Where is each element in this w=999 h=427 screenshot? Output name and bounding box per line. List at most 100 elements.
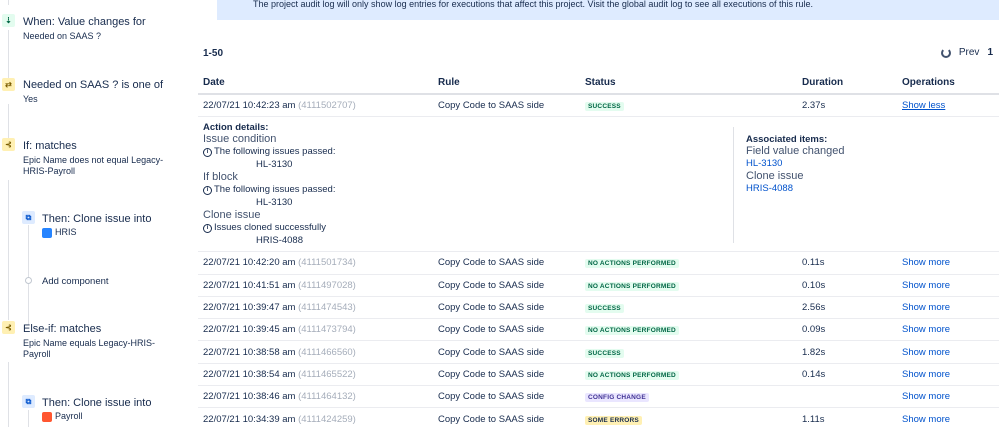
table-row: 22/07/21 10:34:39 am (4111424259) Copy Co… [198,408,999,427]
row-rule: Copy Code to SAAS side [438,391,545,403]
details-divider [733,127,734,244]
show-more-link[interactable]: Show more [902,324,950,335]
condition-title: Needed on SAAS ? is one of [23,79,164,91]
info-icon: i [203,185,212,195]
exec-id: (4111497028) [298,279,356,291]
status-badge: SUCCESS [585,348,624,358]
show-more-link[interactable]: Show more [902,369,950,380]
row-operations: Show less [902,100,999,111]
row-duration: 0.09s [802,324,826,336]
table-header: Date Rule Status Duration Operations [198,72,999,95]
row-date: 22/07/21 10:41:51 am (4111497028) [198,280,438,291]
show-less-link[interactable]: Show less [902,100,945,111]
row-rule: Copy Code to SAAS side [438,257,545,269]
exec-date: 22/07/21 10:38:46 am [203,391,296,403]
associated-items: Associated items: Field value changed HL-… [746,134,844,195]
exec-id: (4111502707) [298,100,356,112]
row-operations: Show more [902,324,999,335]
rule-connector [8,0,9,5]
row-rule: Copy Code to SAAS side [438,324,545,336]
trigger-icon: ⇣ [2,14,15,27]
row-operations: Show more [902,302,999,313]
column-rule: Rule [438,77,460,88]
exec-id: (4111474543) [298,302,356,314]
associated-item: Clone issue HRIS-4088 [746,170,844,195]
row-duration: 0.11s [802,257,825,269]
step-message: i The following issues passed: [203,146,703,158]
row-date: 22/07/21 10:39:45 am (4111473794) [198,324,438,335]
step-message: i Issues cloned successfully [203,222,703,234]
step-issue-key: HL-3130 [256,159,293,171]
row-status: NO ACTIONS PERFORMED [585,257,802,269]
show-more-link[interactable]: Show more [902,414,950,425]
action-step: Issue condition i The following issues pas… [203,133,703,171]
action-step: If block i The following issues passed: HL-… [203,171,703,209]
row-duration: 1.82s [802,346,826,358]
exec-date: 22/07/21 10:38:54 am [203,368,296,380]
row-operations: Show more [902,369,999,380]
action-steps: Issue condition i The following issues pas… [203,133,703,247]
project-icon [42,227,52,238]
result-range: 1-50 [203,48,224,59]
refresh-icon[interactable] [940,47,951,58]
row-rule: Copy Code to SAAS side [438,346,545,358]
page-number[interactable]: 1 [987,47,993,58]
else-branch-condition: Epic Name equals Legacy-HRIS-Payroll [23,338,156,359]
row-rule: Copy Code to SAAS side [438,302,545,314]
exec-id: (4111424259) [298,413,356,425]
exec-date: 22/07/21 10:39:45 am [203,324,296,336]
table-row: 22/07/21 10:38:54 am (4111465522) Copy Co… [198,364,999,387]
table-row: 22/07/21 10:38:46 am (4111464132) Copy Co… [198,386,999,409]
column-duration: Duration [802,77,844,88]
pager: Prev 1 [940,47,993,58]
associated-issue-link[interactable]: HL-3130 [746,158,844,170]
if-branch-condition: Epic Name does not equal Legacy-HRIS-Pay… [23,155,164,176]
exec-date: 22/07/21 10:42:23 am [203,100,296,112]
row-duration: 0.10s [802,279,826,291]
table-body: 22/07/21 10:42:20 am (4111501734) Copy Co… [198,252,999,427]
add-component-dot[interactable] [25,277,32,284]
rule-connector [8,362,9,427]
status-badge: NO ACTIONS PERFORMED [585,281,679,291]
exec-date: 22/07/21 10:34:39 am [203,413,296,425]
row-rule: Copy Code to SAAS side [438,279,545,291]
step-title: If block [203,171,238,184]
associated-item: Field value changed HL-3130 [746,145,844,170]
condition-value: Yes [23,94,38,104]
audit-log-table: Date Rule Status Duration Operations 22/… [198,72,999,427]
row-duration: 2.56s [802,302,826,314]
info-banner: The project audit log will only show log… [217,0,999,20]
prev-button[interactable]: Prev [959,47,980,58]
row-rule: Copy Code to SAAS side [438,100,545,112]
step-title: Clone issue [203,209,261,222]
row-duration: 0.14s [802,368,826,380]
status-badge: CONFIG CHANGE [585,393,649,403]
rule-connector [8,104,9,138]
exec-date: 22/07/21 10:39:47 am [203,302,296,314]
else-action-title: Then: Clone issue into [42,397,152,409]
status-badge: NO ACTIONS PERFORMED [585,259,679,269]
step-title: Issue condition [203,133,277,146]
show-more-link[interactable]: Show more [902,257,950,268]
row-status: SUCCESS [585,100,802,112]
add-component-link[interactable]: Add component [42,276,109,287]
step-message: i The following issues passed: [203,184,703,196]
action-details-label: Action details: [203,122,269,134]
exec-id: (4111466560) [298,346,356,358]
show-more-link[interactable]: Show more [902,347,950,358]
show-more-link[interactable]: Show more [902,280,950,291]
step-issue-key: HRIS-4088 [256,235,303,247]
else-action-project: Payroll [42,411,197,422]
show-more-link[interactable]: Show more [902,302,950,313]
row-duration: 2.37s [802,100,826,112]
column-operations: Operations [902,77,955,88]
row-date: 22/07/21 10:38:46 am (4111464132) [198,391,438,402]
status-badge: SUCCESS [585,304,624,314]
exec-date: 22/07/21 10:42:20 am [203,257,296,269]
condition-icon: ⇄ [2,78,15,91]
exec-date: 22/07/21 10:38:58 am [203,346,296,358]
associated-issue-link[interactable]: HRIS-4088 [746,183,844,195]
show-more-link[interactable]: Show more [902,391,950,402]
step-message-text: Issues cloned successfully [214,222,326,234]
row-operations: Show more [902,257,999,268]
